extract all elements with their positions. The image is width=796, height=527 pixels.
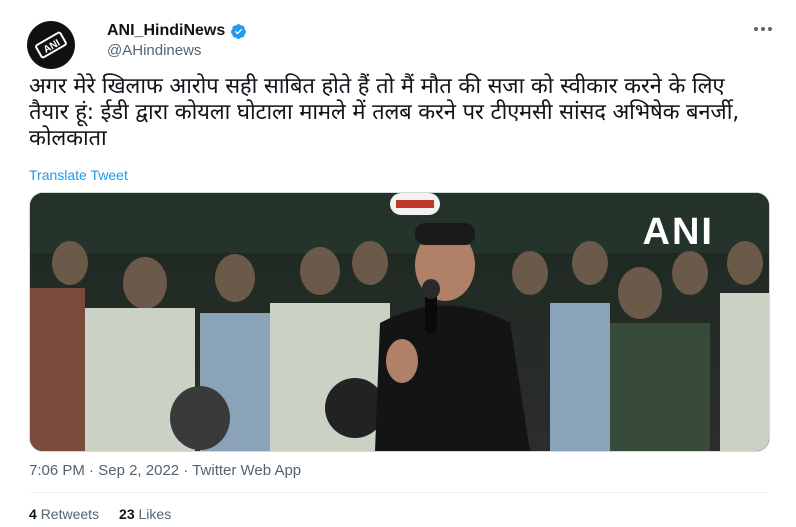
more-dot bbox=[754, 27, 758, 31]
verified-badge-icon bbox=[231, 23, 247, 39]
retweets-stat[interactable]: 4 Retweets bbox=[29, 506, 99, 522]
tweet-text: अगर मेरे खिलाफ आरोप सही साबित होते हैं त… bbox=[29, 74, 740, 151]
tweet-meta: 7:06 PM · Sep 2, 2022 · Twitter Web App bbox=[29, 462, 301, 479]
meta-separator: · bbox=[183, 462, 189, 479]
meta-separator: · bbox=[89, 462, 95, 479]
likes-stat[interactable]: 23 Likes bbox=[119, 506, 171, 522]
tweet-time[interactable]: 7:06 PM bbox=[29, 462, 85, 479]
ani-watermark: ANI bbox=[642, 211, 714, 253]
retweets-label: Retweets bbox=[40, 506, 100, 522]
divider bbox=[29, 492, 768, 493]
tweet-source[interactable]: Twitter Web App bbox=[192, 462, 301, 479]
more-options-icon[interactable] bbox=[754, 27, 772, 31]
tweet-date[interactable]: Sep 2, 2022 bbox=[98, 462, 179, 479]
tweet-media-image[interactable]: ANI bbox=[29, 192, 770, 452]
tweet-stats: 4 Retweets 23 Likes bbox=[29, 506, 171, 522]
more-dot bbox=[761, 27, 765, 31]
author-row: ANI_HindiNews bbox=[107, 22, 247, 40]
author-handle[interactable]: @AHindinews bbox=[107, 42, 201, 59]
likes-label: Likes bbox=[138, 506, 172, 522]
retweets-count: 4 bbox=[29, 506, 37, 522]
avatar[interactable]: ANI bbox=[27, 21, 75, 69]
more-dot bbox=[768, 27, 772, 31]
likes-count: 23 bbox=[119, 506, 135, 522]
ani-logo-icon: ANI bbox=[35, 31, 67, 59]
display-name[interactable]: ANI_HindiNews bbox=[107, 22, 225, 40]
translate-tweet-link[interactable]: Translate Tweet bbox=[29, 167, 128, 183]
